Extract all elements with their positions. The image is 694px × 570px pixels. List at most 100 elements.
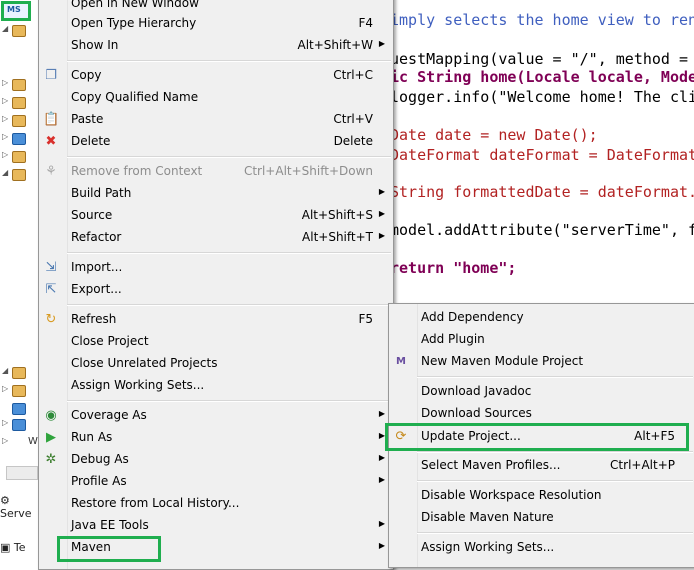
expand-icon: ◢	[2, 168, 9, 177]
context-menu: Open in New Window Open Type Hierarchy F4…	[38, 0, 394, 570]
run-icon: ▶	[46, 430, 56, 445]
submenu-arrow-icon: ▶	[378, 409, 385, 418]
menu-item-close-project[interactable]: Close Project	[39, 331, 393, 353]
tree-row[interactable]: ▷ W	[0, 436, 38, 450]
maven-highlight-box	[57, 536, 161, 562]
library-icon	[12, 133, 26, 145]
menu-item-download-javadoc[interactable]: Download Javadoc	[389, 381, 694, 403]
tree-row[interactable]: ◢	[0, 24, 38, 38]
tree-row[interactable]: ▷	[0, 384, 38, 398]
collapse-icon: ▷	[2, 96, 9, 105]
menu-separator	[67, 156, 391, 158]
tree-row[interactable]: ▷	[0, 96, 38, 110]
code-line: String formattedDate = dateFormat.	[390, 183, 694, 201]
menu-item-export[interactable]: ⇱ Export...	[39, 279, 393, 301]
menu-separator	[417, 451, 693, 453]
menu-separator	[67, 400, 391, 402]
menu-item-paste[interactable]: 📋 Paste Ctrl+V	[39, 109, 393, 131]
submenu-arrow-icon: ▶	[378, 39, 385, 48]
collapse-icon: ▷	[2, 436, 9, 445]
pom-file-icon	[12, 403, 26, 415]
folder-icon	[12, 151, 26, 163]
menu-item-restore-from-local-history[interactable]: Restore from Local History...	[39, 493, 393, 515]
code-line: logger.info("Welcome home! The cli	[390, 88, 694, 106]
menu-item-run-as[interactable]: ▶ Run As ▶	[39, 427, 393, 449]
expand-icon: ◢	[2, 24, 9, 33]
tree-row[interactable]: ◢	[0, 168, 38, 182]
menu-item-copy-qualified-name[interactable]: Copy Qualified Name	[39, 87, 393, 109]
tree-row[interactable]: ▷	[0, 132, 38, 146]
menu-item-build-path[interactable]: Build Path ▶	[39, 183, 393, 205]
menu-item-show-in[interactable]: Show In Alt+Shift+W ▶	[39, 35, 393, 57]
menu-item-java-ee-tools[interactable]: Java EE Tools ▶	[39, 515, 393, 537]
tree-row[interactable]: ▷	[0, 78, 38, 92]
menu-item-disable-workspace-resolution[interactable]: Disable Workspace Resolution	[389, 485, 694, 507]
menu-item-profile-as[interactable]: Profile As ▶	[39, 471, 393, 493]
menu-item-assign-working-sets[interactable]: Assign Working Sets...	[389, 537, 694, 559]
folder-icon	[12, 25, 26, 37]
tree-row[interactable]: ◢	[0, 366, 38, 380]
submenu-arrow-icon: ▶	[378, 209, 385, 218]
menu-item-add-plugin[interactable]: Add Plugin	[389, 329, 694, 351]
tree-row[interactable]: ▷	[0, 418, 38, 432]
collapse-icon: ▷	[2, 132, 9, 141]
menu-item-debug-as[interactable]: ✲ Debug As ▶	[39, 449, 393, 471]
package-icon	[12, 79, 26, 91]
code-line: return "home";	[390, 259, 517, 277]
menu-item-new-maven-module-project[interactable]: M New Maven Module Project	[389, 351, 694, 373]
selected-project[interactable]: MS	[1, 1, 31, 21]
menu-item-open-type-hierarchy[interactable]: Open Type Hierarchy F4	[39, 13, 393, 35]
menu-item-disable-maven-nature[interactable]: Disable Maven Nature	[389, 507, 694, 529]
tree-row[interactable]: ▷	[0, 150, 38, 164]
expand-icon: ◢	[2, 366, 9, 375]
menu-separator	[417, 376, 693, 378]
import-icon: ⇲	[45, 260, 57, 275]
refresh-icon: ↻	[45, 312, 57, 327]
package-explorer: MS ◢ ▷ ▷ ▷ ▷ ▷ ◢ ◢ ▷ ▷ ▷ W ⚙ Serve ▣ Te	[0, 0, 41, 564]
submenu-arrow-icon: ▶	[378, 187, 385, 196]
folder-icon	[12, 367, 26, 379]
menu-item-download-sources[interactable]: Download Sources	[389, 403, 694, 425]
menu-item-refactor[interactable]: Refactor Alt+Shift+T ▶	[39, 227, 393, 249]
collapse-icon: ▷	[2, 418, 9, 427]
collapse-icon: ▷	[2, 384, 9, 393]
menu-item-delete[interactable]: ✖ Delete Delete	[39, 131, 393, 153]
menu-separator	[67, 252, 391, 254]
maven-module-icon: M	[396, 356, 406, 367]
submenu-arrow-icon: ▶	[378, 541, 385, 550]
horizontal-scrollbar[interactable]	[6, 466, 38, 480]
menu-item-remove-from-context[interactable]: ⚘ Remove from Context Ctrl+Alt+Shift+Down	[39, 161, 393, 183]
menu-item-copy[interactable]: ❐ Copy Ctrl+C	[39, 65, 393, 87]
window-label: W	[28, 436, 38, 447]
menu-separator	[417, 532, 693, 534]
code-line: Date date = new Date();	[390, 126, 598, 144]
menu-item-close-unrelated-projects[interactable]: Close Unrelated Projects	[39, 353, 393, 375]
menu-item-assign-working-sets[interactable]: Assign Working Sets...	[39, 375, 393, 397]
debug-icon: ✲	[45, 452, 57, 467]
remove-context-icon: ⚘	[45, 164, 57, 179]
code-line: uestMapping(value = "/", method =	[390, 50, 694, 68]
code-line: model.addAttribute("serverTime", f	[390, 221, 694, 239]
menu-item-refresh[interactable]: ↻ Refresh F5	[39, 309, 393, 331]
terminal-tab[interactable]: ▣ Te	[0, 541, 26, 554]
menu-item-coverage-as[interactable]: ◉ Coverage As ▶	[39, 405, 393, 427]
menu-item-import[interactable]: ⇲ Import...	[39, 257, 393, 279]
tree-row[interactable]: ▷	[0, 114, 38, 128]
menu-item-select-maven-profiles[interactable]: Select Maven Profiles... Ctrl+Alt+P	[389, 455, 694, 477]
collapse-icon: ▷	[2, 78, 9, 87]
menu-separator	[67, 60, 391, 62]
package-icon	[12, 115, 26, 127]
menu-item-add-dependency[interactable]: Add Dependency	[389, 307, 694, 329]
collapse-icon: ▷	[2, 114, 9, 123]
submenu-arrow-icon: ▶	[378, 231, 385, 240]
tree-row[interactable]	[0, 402, 38, 416]
submenu-arrow-icon: ▶	[378, 453, 385, 462]
delete-icon: ✖	[45, 134, 57, 149]
servers-tab[interactable]: ⚙ Serve	[0, 494, 40, 520]
copy-icon: ❐	[45, 68, 57, 83]
menu-separator	[417, 480, 693, 482]
menu-item-source[interactable]: Source Alt+Shift+S ▶	[39, 205, 393, 227]
code-line: imply selects the home view to ren	[390, 11, 694, 29]
menu-separator	[67, 304, 391, 306]
folder-icon	[12, 385, 26, 397]
